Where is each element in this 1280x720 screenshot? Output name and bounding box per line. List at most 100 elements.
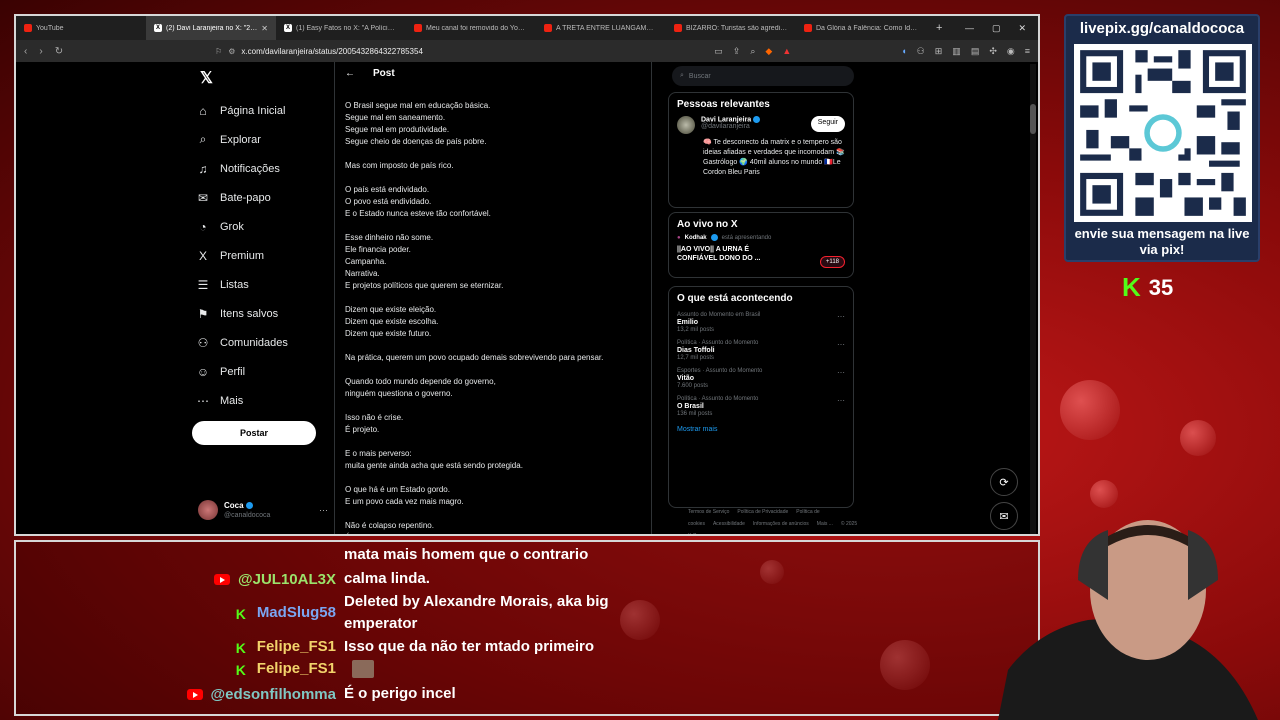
tab-0[interactable]: YouTube: [16, 16, 146, 40]
x-logo-icon[interactable]: 𝕏: [200, 68, 213, 88]
post-paragraph: E o mais perverso: muita gente ainda ach…: [345, 449, 523, 470]
follow-button[interactable]: Seguir: [810, 116, 845, 132]
puzzle-icon[interactable]: ✣: [989, 46, 997, 57]
reload-icon[interactable]: ↻: [55, 46, 63, 57]
scrollbar-thumb[interactable]: [1030, 104, 1036, 134]
nav-item-bookmarks[interactable]: ⚑ Itens salvos: [196, 300, 288, 329]
close-tab-icon[interactable]: ✕: [261, 24, 268, 33]
chat-text: mata mais homem que o contrario: [344, 546, 589, 563]
trend-more-icon[interactable]: ⋯: [837, 396, 845, 405]
new-tab-button[interactable]: +: [926, 22, 952, 34]
chat-message: K Felipe_FS1: [116, 660, 374, 678]
footer-link[interactable]: Mais ...: [817, 521, 833, 527]
nav-item-more[interactable]: ⋯ Mais: [196, 387, 288, 416]
bookmark-icon[interactable]: ⚐: [215, 47, 222, 56]
screen-icon[interactable]: ▭: [714, 46, 723, 57]
trend-item[interactable]: Esportes · Assunto do Momento Vitão 7.600 …: [669, 364, 853, 392]
url-text: x.com/davilaranjeira/status/200543286432…: [241, 46, 423, 56]
avatar: [677, 116, 695, 134]
trend-item[interactable]: Política · Assunto do Momento O Brasil 136…: [669, 392, 853, 420]
post-button[interactable]: Postar: [192, 421, 316, 445]
nav-item-lists[interactable]: ☰ Listas: [196, 271, 288, 300]
verified-icon: [245, 502, 253, 510]
back-icon[interactable]: ‹: [24, 46, 27, 57]
minimize-icon[interactable]: —: [965, 23, 974, 34]
nav-item-premium[interactable]: X Premium: [196, 241, 288, 270]
relevant-person[interactable]: Davi Laranjeira @davilaranjeira Seguir: [669, 114, 853, 136]
more-options-icon[interactable]: ⋯: [319, 505, 328, 516]
post-header-title: Post: [373, 67, 395, 79]
tab-1[interactable]: X (2) Davi Laranjeira no X: "2026 é ✕: [146, 16, 276, 40]
live-card[interactable]: Ao vivo no X ● Kodhak está apresentando …: [668, 212, 854, 278]
trend-category: Assunto do Momento em Brasil: [677, 312, 761, 318]
x-page: 𝕏 ⌂ Página Inicial ⌕ Explorar ♫ Notificações ✉…: [16, 62, 1038, 534]
footer-link[interactable]: Acessibilidade: [713, 521, 745, 527]
background-bubble: [1180, 420, 1216, 456]
footer-links: Termos de Serviço Política de Privacidade…: [688, 506, 858, 534]
chat-username: @edsonfilhomma: [210, 685, 336, 703]
nav-item-notifications[interactable]: ♫ Notificações: [196, 154, 288, 183]
trend-item[interactable]: Assunto do Momento em Brasil Emilio 13,2 m…: [669, 308, 853, 336]
grok-float-icon[interactable]: ⟳: [990, 468, 1018, 496]
trend-topic: O Brasil: [677, 403, 704, 410]
trend-more-icon[interactable]: ⋯: [837, 312, 845, 321]
youtube-favicon-icon: [674, 24, 682, 32]
footer-link[interactable]: Política de Privacidade: [737, 509, 788, 515]
maximize-icon[interactable]: ▢: [992, 23, 1001, 34]
url-field[interactable]: ⚐ ⚙ x.com/davilaranjeira/status/20054328…: [215, 47, 702, 56]
scrollbar[interactable]: [1030, 64, 1036, 534]
nav-item-label: Página Inicial: [220, 104, 286, 117]
tab-3[interactable]: Meu canal foi removido do YouTube.: [406, 16, 536, 40]
verified-icon: [753, 116, 761, 123]
footer-link[interactable]: Termos de Serviço: [688, 509, 729, 515]
post-paragraph: O país está endividado. O povo está endi…: [345, 185, 491, 218]
trend-item[interactable]: Política · Assunto do Momento Dias Toffol…: [669, 336, 853, 364]
forward-icon[interactable]: ›: [39, 46, 42, 57]
trend-more-icon[interactable]: ⋯: [837, 368, 845, 377]
tabs-icon[interactable]: ▤: [971, 46, 980, 57]
communities-icon: ⚇: [197, 336, 209, 351]
nav-item-explore[interactable]: ⌕ Explorar: [196, 125, 288, 154]
site-info-icon[interactable]: ⚙: [228, 47, 235, 56]
nav-item-label: Itens salvos: [220, 308, 279, 321]
nav-item-chat[interactable]: ✉ Bate-papo: [196, 183, 288, 212]
nav-item-label: Listas: [220, 279, 249, 292]
tab-5[interactable]: BIZARRO: Turistas são agredidos: [666, 16, 796, 40]
tab-label: (2) Davi Laranjeira no X: "2026 é: [166, 24, 257, 32]
x-favicon-icon: X: [154, 24, 162, 32]
footer-link[interactable]: Informações de anúncios: [753, 521, 809, 527]
kick-count: 35: [1148, 274, 1174, 300]
search-input[interactable]: ⌕ Buscar: [672, 66, 854, 86]
nav-item-grok[interactable]: ◔ Grok: [196, 212, 288, 241]
rewards-icon[interactable]: ▲: [782, 46, 791, 57]
post-body: O Brasil segue mal em educação básica. S…: [345, 100, 645, 534]
tab-2[interactable]: X (1) Easy Fatos no X: "A Polícia Feder: [276, 16, 406, 40]
live-stream-title: ||AO VIVO|| A URNA É CONFIÁVEL DONO DO .…: [677, 246, 761, 262]
close-icon[interactable]: ✕: [1018, 23, 1026, 34]
nav-item-communities[interactable]: ⚇ Comunidades: [196, 329, 288, 358]
trend-more-icon[interactable]: ⋯: [837, 340, 845, 349]
trend-topic: Emilio: [677, 319, 699, 326]
tab-label: Meu canal foi removido do YouTube.: [426, 24, 528, 32]
relevant-person-names: Davi Laranjeira @davilaranjeira: [701, 116, 761, 134]
share-icon[interactable]: ⇪: [733, 46, 741, 57]
search-page-icon[interactable]: ⌕: [750, 46, 755, 57]
extension-icon[interactable]: ⚇: [917, 46, 925, 57]
tab-4[interactable]: A TRETA ENTRE LUANGAMEPLAY E: [536, 16, 666, 40]
sidebar-icon[interactable]: ▥: [952, 46, 961, 57]
back-arrow-icon[interactable]: ←: [345, 68, 355, 79]
menu-icon[interactable]: ≡: [1025, 46, 1030, 57]
wallet-icon[interactable]: ◖: [901, 46, 906, 57]
nav-item-home[interactable]: ⌂ Página Inicial: [196, 96, 288, 125]
show-more-link[interactable]: Mostrar mais: [669, 420, 853, 439]
tab-6[interactable]: Da Glória à Falência: Como Ideologi: [796, 16, 926, 40]
vpn-icon[interactable]: ◉: [1007, 46, 1015, 57]
webcam-headset-right: [1188, 530, 1218, 600]
chat-message: @edsonfilhomma É o perigo incel: [116, 683, 644, 705]
post-paragraph: O que há é um Estado gordo. E um povo ca…: [345, 485, 464, 506]
account-switcher[interactable]: Coca @canaldococa ⋯: [198, 500, 328, 520]
brave-shield-icon[interactable]: ◆: [765, 46, 772, 57]
downloads-icon[interactable]: ⊞: [935, 46, 943, 57]
nav-item-profile[interactable]: ☺ Perfil: [196, 358, 288, 387]
x-favicon-icon: X: [284, 24, 292, 32]
